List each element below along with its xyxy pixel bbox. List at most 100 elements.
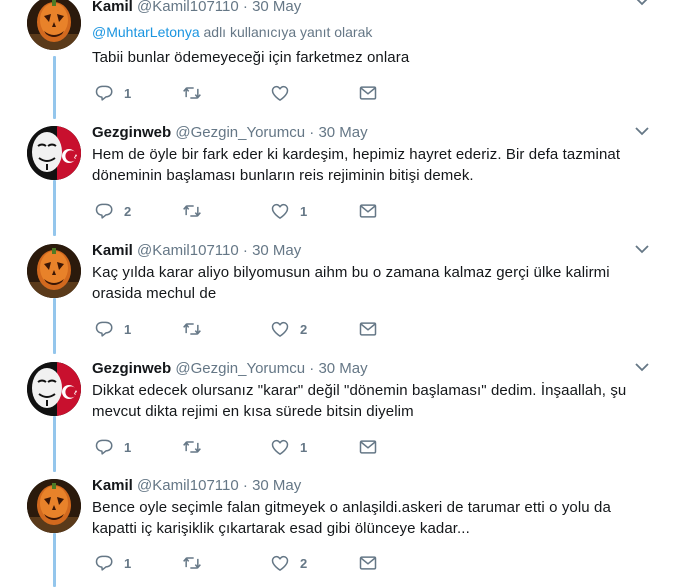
reply-icon [94, 83, 114, 103]
reply-button[interactable]: 2 [94, 200, 131, 222]
timestamp[interactable]: 30 May [252, 477, 301, 494]
avatar[interactable] [27, 362, 81, 416]
tweet-actions: 1 [94, 82, 394, 104]
chevron-down-icon[interactable] [635, 244, 649, 254]
retweet-icon [182, 83, 202, 103]
tweet-header: Gezginweb @Gezgin_Yorumcu · 30 May [92, 124, 368, 141]
tweet-actions: 1 2 [94, 318, 394, 340]
chevron-down-icon[interactable] [635, 0, 649, 6]
timestamp[interactable]: 30 May [318, 124, 367, 141]
retweet-icon [182, 201, 202, 221]
tweet-header: Gezginweb @Gezgin_Yorumcu · 30 May [92, 360, 368, 377]
tweet[interactable]: Gezginweb @Gezgin_Yorumcu · 30 May Hem d… [0, 120, 686, 232]
heart-icon [270, 553, 290, 573]
like-count: 1 [300, 439, 308, 455]
like-count: 2 [300, 555, 308, 571]
avatar[interactable] [27, 479, 81, 533]
reply-icon [94, 201, 114, 221]
display-name[interactable]: Gezginweb [92, 124, 171, 141]
envelope-icon [358, 83, 378, 103]
like-button[interactable]: 2 [270, 552, 307, 574]
like-count: 1 [300, 203, 308, 219]
direct-message-button[interactable] [358, 318, 378, 340]
display-name[interactable]: Kamil [92, 242, 133, 259]
reply-count: 2 [124, 203, 132, 219]
heart-icon [270, 201, 290, 221]
user-handle[interactable]: @Kamil107110 [137, 0, 239, 15]
reply-context-label: adlı kullanıcıya yanıt olarak [203, 24, 373, 40]
reply-button[interactable]: 1 [94, 436, 131, 458]
display-name[interactable]: Kamil [92, 477, 133, 494]
retweet-button[interactable] [182, 318, 212, 340]
tweet-text: Tabii bunlar ödemeyeceği için farketmez … [92, 49, 410, 66]
separator: · [242, 0, 248, 15]
heart-icon [270, 319, 290, 339]
direct-message-button[interactable] [358, 82, 378, 104]
reply-button[interactable]: 1 [94, 82, 131, 104]
direct-message-button[interactable] [358, 436, 378, 458]
envelope-icon [358, 437, 378, 457]
reply-context: @MuhtarLetonya adlı kullanıcıya yanıt ol… [92, 24, 372, 40]
like-button[interactable] [270, 82, 300, 104]
tweet[interactable]: Gezginweb @Gezgin_Yorumcu · 30 May Dikka… [0, 356, 686, 468]
reply-icon [94, 553, 114, 573]
reply-count: 1 [124, 85, 132, 101]
avatar[interactable] [27, 126, 81, 180]
tweet[interactable]: Kamil @Kamil107110 · 30 May @MuhtarLeton… [0, 0, 686, 110]
tweet-text: Dikkat edecek olursanız "karar" değil "d… [92, 382, 627, 420]
display-name[interactable]: Gezginweb [92, 360, 171, 377]
retweet-button[interactable] [182, 200, 212, 222]
tweet[interactable]: Kamil @Kamil107110 · 30 May Bence oyle s… [0, 473, 686, 587]
timestamp[interactable]: 30 May [252, 242, 301, 259]
envelope-icon [358, 319, 378, 339]
tweet-actions: 2 1 [94, 200, 394, 222]
reply-count: 1 [124, 555, 132, 571]
retweet-button[interactable] [182, 552, 212, 574]
envelope-icon [358, 201, 378, 221]
separator: · [242, 242, 248, 259]
chevron-down-icon[interactable] [635, 362, 649, 372]
like-button[interactable]: 1 [270, 200, 307, 222]
reply-icon [94, 319, 114, 339]
reply-icon [94, 437, 114, 457]
retweet-icon [182, 437, 202, 457]
retweet-icon [182, 553, 202, 573]
timestamp[interactable]: 30 May [252, 0, 301, 15]
like-count: 2 [300, 321, 308, 337]
reply-button[interactable]: 1 [94, 318, 131, 340]
user-handle[interactable]: @Kamil107110 [137, 477, 239, 494]
retweet-icon [182, 319, 202, 339]
tweet-text: Bence oyle seçimle falan gitmeyek o anla… [92, 499, 611, 537]
reply-count: 1 [124, 321, 132, 337]
envelope-icon [358, 553, 378, 573]
like-button[interactable]: 1 [270, 436, 307, 458]
mention-link[interactable]: @MuhtarLetonya [92, 24, 200, 40]
display-name[interactable]: Kamil [92, 0, 133, 15]
separator: · [309, 360, 315, 377]
avatar[interactable] [27, 0, 81, 50]
tweet-header: Kamil @Kamil107110 · 30 May [92, 0, 301, 15]
user-handle[interactable]: @Gezgin_Yorumcu [175, 124, 305, 141]
tweet[interactable]: Kamil @Kamil107110 · 30 May Kaç yılda ka… [0, 238, 686, 350]
direct-message-button[interactable] [358, 200, 378, 222]
tweet-actions: 1 2 [94, 552, 394, 574]
chevron-down-icon[interactable] [635, 126, 649, 136]
avatar[interactable] [27, 244, 81, 298]
user-handle[interactable]: @Kamil107110 [137, 242, 239, 259]
separator: · [309, 124, 315, 141]
retweet-button[interactable] [182, 436, 212, 458]
tweet-text: Kaç yılda karar aliyo bilyomusun aihm bu… [92, 264, 610, 302]
tweet-text: Hem de öyle bir fark eder ki kardeşim, h… [92, 146, 621, 184]
user-handle[interactable]: @Gezgin_Yorumcu [175, 360, 305, 377]
direct-message-button[interactable] [358, 552, 378, 574]
tweet-header: Kamil @Kamil107110 · 30 May [92, 242, 301, 259]
tweet-header: Kamil @Kamil107110 · 30 May [92, 477, 301, 494]
like-button[interactable]: 2 [270, 318, 307, 340]
separator: · [242, 477, 248, 494]
retweet-button[interactable] [182, 82, 212, 104]
reply-count: 1 [124, 439, 132, 455]
tweet-actions: 1 1 [94, 436, 394, 458]
heart-icon [270, 83, 290, 103]
timestamp[interactable]: 30 May [318, 360, 367, 377]
reply-button[interactable]: 1 [94, 552, 131, 574]
